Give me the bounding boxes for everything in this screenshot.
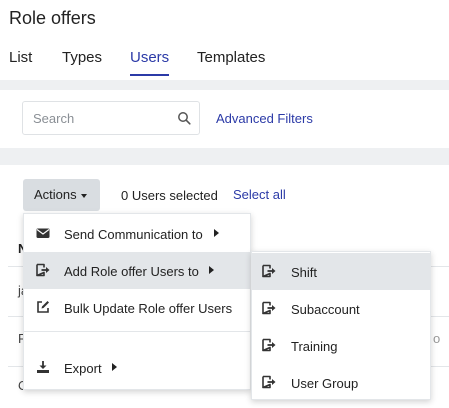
caret-down-icon [80,193,87,198]
add-to-submenu: Shift Subaccount Training User Group [251,251,431,400]
submenu-item-subaccount[interactable]: Subaccount [252,290,430,327]
submenu-item-user-group[interactable]: User Group [252,364,430,401]
actions-menu: Send Communication to Add Role offer Use… [23,213,251,390]
menu-divider [24,331,250,332]
edit-icon [37,301,49,313]
select-all-link[interactable]: Select all [233,187,286,202]
tab-templates[interactable]: Templates [197,48,265,76]
section-gap [0,148,449,165]
menu-item-add-role-offer-users[interactable]: Add Role offer Users to [24,252,250,289]
menu-item-export[interactable]: Export [24,349,250,386]
actions-button[interactable]: Actions [23,179,100,211]
sign-out-icon [262,338,276,352]
submenu-item-label: Subaccount [291,302,360,317]
submenu-item-shift[interactable]: Shift [252,253,430,290]
search-input[interactable] [33,102,173,134]
submenu-item-label: Shift [291,265,318,280]
caret-right-icon [209,266,214,274]
tab-list[interactable]: List [9,48,32,76]
envelope-icon [36,228,50,238]
caret-right-icon [112,363,117,371]
page-title: Role offers [9,8,96,28]
search-box [22,101,200,135]
sign-out-icon [262,264,276,278]
tab-users[interactable]: Users [130,48,170,76]
menu-item-label: Bulk Update Role offer Users [64,301,233,316]
selected-count: 0 Users selected [121,188,218,203]
menu-item-label: Send Communication to [64,227,203,242]
sign-out-icon [262,375,276,389]
table-row-fragment: o [433,331,441,346]
search-icon[interactable] [177,111,191,125]
section-gap [0,80,449,90]
submenu-item-label: Training [291,339,338,354]
menu-item-send-communication[interactable]: Send Communication to [24,215,250,252]
menu-item-bulk-update[interactable]: Bulk Update Role offer Users [24,289,250,326]
caret-right-icon [214,229,219,237]
sign-out-icon [36,263,50,277]
advanced-filters-link[interactable]: Advanced Filters [216,111,313,126]
menu-item-label: Add Role offer Users to [64,264,199,279]
submenu-item-label: User Group [291,376,359,391]
actions-button-label: Actions [34,187,77,202]
download-icon [37,361,49,373]
tab-types[interactable]: Types [62,48,102,76]
menu-item-label: Export [64,361,102,376]
tab-bar: List Types Users Templates [0,48,449,78]
submenu-item-training[interactable]: Training [252,327,430,364]
sign-out-icon [262,301,276,315]
